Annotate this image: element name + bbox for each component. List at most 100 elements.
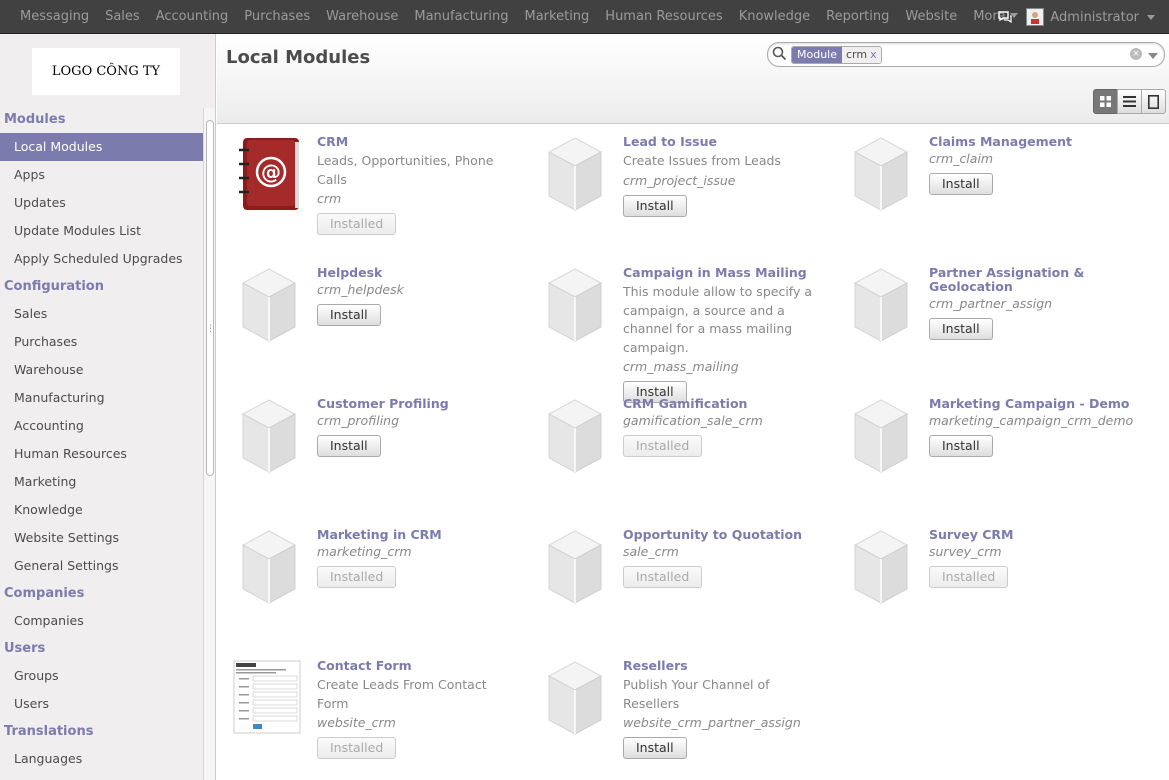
sidebar-item[interactable]: Purchases — [0, 328, 203, 356]
install-button[interactable]: Install — [623, 194, 687, 217]
module-name-link[interactable]: Contact Form — [317, 659, 522, 673]
top-menu-item[interactable]: Messaging — [12, 0, 97, 34]
facet-remove-icon[interactable]: x — [870, 48, 877, 61]
module-name-link[interactable]: Lead to Issue — [623, 135, 828, 149]
module-card[interactable]: Lead to Issue Create Issues from Leads crm… — [523, 124, 823, 254]
form-view-button[interactable] — [1141, 89, 1166, 114]
sidebar-item[interactable]: Knowledge — [0, 496, 203, 524]
install-button[interactable]: Install — [929, 435, 993, 457]
company-logo[interactable]: LOGO CÔNG TY — [32, 48, 180, 95]
search-box[interactable]: Module crm x × — [767, 42, 1165, 67]
module-card[interactable]: Campaign in Mass Mailing This module allo… — [523, 255, 823, 403]
sidebar-resize-grip[interactable]: ⋮ — [206, 324, 215, 334]
install-button[interactable]: Install — [929, 318, 993, 340]
module-technical-name: website_crm_partner_assign — [623, 715, 801, 730]
install-button[interactable]: Install — [623, 737, 687, 759]
top-menu-item[interactable]: Knowledge — [731, 0, 818, 34]
search-options-caret-icon[interactable] — [1148, 53, 1158, 59]
logo-text: LOGO CÔNG TY — [51, 64, 161, 79]
sidebar-section-title: Companies — [4, 586, 85, 601]
sidebar-item[interactable]: Update Modules List — [0, 217, 203, 245]
module-card-content: Opportunity to Quotation sale_crm Installe… — [623, 528, 828, 588]
module-card[interactable]: Helpdesk crm_helpdesk Install — [217, 255, 517, 385]
top-menu-item[interactable]: Marketing — [517, 0, 598, 34]
kanban-view-button[interactable] — [1093, 89, 1118, 114]
module-name-link[interactable]: Marketing in CRM — [317, 528, 522, 542]
sidebar-item[interactable]: General Settings — [0, 552, 203, 580]
module-technical-name: marketing_campaign_crm_demo — [929, 413, 1134, 428]
top-menu-item[interactable]: Website — [897, 0, 965, 34]
module-card[interactable]: Contact Form Create Leads From Contact Fo… — [217, 648, 517, 778]
module-card[interactable]: Partner Assignation & Geolocation crm_par… — [829, 255, 1129, 385]
sidebar-item[interactable]: Warehouse — [0, 356, 203, 384]
module-name-link[interactable]: Helpdesk — [317, 266, 522, 280]
module-name-link[interactable]: CRM — [317, 135, 522, 149]
form-page-icon — [1148, 94, 1159, 109]
user-menu[interactable]: Administrator — [1026, 8, 1155, 26]
sidebar-item[interactable]: Local Modules — [0, 133, 203, 161]
top-menu-item[interactable]: Reporting — [818, 0, 897, 34]
module-cube-icon — [239, 265, 309, 345]
module-card[interactable]: Customer Profiling crm_profiling Install — [217, 386, 517, 516]
top-menu-item[interactable]: Manufacturing — [406, 0, 516, 34]
module-kanban: @ CRM Leads, Opportunities, Phone Calls crm… — [217, 124, 1169, 780]
list-view-button[interactable] — [1117, 89, 1142, 114]
module-card[interactable]: CRM Gamification gamification_sale_crm Ins… — [523, 386, 823, 516]
top-menu-item[interactable]: Warehouse — [318, 0, 406, 34]
module-name-link[interactable]: CRM Gamification — [623, 397, 828, 411]
sidebar-item[interactable]: Manufacturing — [0, 384, 203, 412]
module-name-link[interactable]: Resellers — [623, 659, 828, 673]
module-card[interactable]: Marketing in CRM marketing_crm Installed — [217, 517, 517, 647]
top-menu-item[interactable]: Accounting — [148, 0, 237, 34]
sidebar-item[interactable]: Apps — [0, 161, 203, 189]
search-icon[interactable] — [772, 46, 787, 65]
module-name-link[interactable]: Customer Profiling — [317, 397, 522, 411]
top-menu-item[interactable]: Purchases — [236, 0, 318, 34]
sidebar-item[interactable]: Apply Scheduled Upgrades — [0, 245, 203, 273]
sidebar-item[interactable]: Groups — [0, 662, 203, 690]
sidebar-item[interactable]: Companies — [0, 607, 203, 635]
install-button[interactable]: Install — [929, 173, 993, 195]
sidebar-menu: Modules Local Modules Apps Updates Update Mo… — [0, 106, 203, 773]
module-card[interactable]: Claims Management crm_claim Install — [829, 124, 1129, 254]
module-name-link[interactable]: Campaign in Mass Mailing — [623, 266, 828, 280]
module-cube-icon — [239, 527, 309, 607]
install-button[interactable]: Install — [317, 304, 381, 326]
installed-button: Installed — [317, 213, 397, 235]
search-facet[interactable]: Module crm x — [791, 46, 882, 64]
svg-text:@: @ — [261, 160, 281, 184]
module-card-content: Lead to Issue Create Issues from Leads crm… — [623, 135, 828, 217]
list-icon — [1123, 96, 1136, 107]
sidebar-item[interactable]: Updates — [0, 189, 203, 217]
module-card[interactable]: Resellers Publish Your Channel of Reselle… — [523, 648, 823, 778]
module-name-link[interactable]: Partner Assignation & Geolocation — [929, 266, 1134, 294]
clear-search-icon[interactable]: × — [1130, 48, 1142, 60]
module-summary: Publish Your Channel of Resellers — [623, 677, 770, 711]
chat-icon[interactable] — [994, 6, 1016, 28]
module-cube-icon — [545, 265, 615, 345]
sidebar-item[interactable]: Users — [0, 690, 203, 718]
address-book-icon: @ — [233, 134, 303, 214]
sidebar-item[interactable]: Website Settings — [0, 524, 203, 552]
top-menu-item[interactable]: Sales — [97, 0, 148, 34]
module-card[interactable]: @ CRM Leads, Opportunities, Phone Calls crm… — [217, 124, 517, 254]
module-name-link[interactable]: Marketing Campaign - Demo — [929, 397, 1134, 411]
top-menu-item[interactable]: Human Resources — [597, 0, 730, 34]
install-button[interactable]: Install — [317, 435, 381, 457]
sidebar-item[interactable]: Sales — [0, 300, 203, 328]
module-cube-icon — [545, 658, 615, 738]
sidebar-item[interactable]: Languages — [0, 745, 203, 773]
module-card[interactable]: Marketing Campaign - Demo marketing_campa… — [829, 386, 1133, 516]
module-summary: Create Leads From Contact Form — [317, 677, 487, 711]
module-card[interactable]: Survey CRM survey_crm Installed — [829, 517, 1129, 647]
module-name-link[interactable]: Opportunity to Quotation — [623, 528, 828, 542]
sidebar-scrollbar[interactable] — [203, 108, 215, 780]
sidebar-item[interactable]: Accounting — [0, 412, 203, 440]
sidebar-item[interactable]: Marketing — [0, 468, 203, 496]
module-name-link[interactable]: Claims Management — [929, 135, 1134, 149]
sidebar-item[interactable]: Human Resources — [0, 440, 203, 468]
contact-form-thumbnail-icon — [233, 660, 303, 740]
sidebar-scrollbar-thumb[interactable] — [206, 120, 214, 476]
module-card[interactable]: Opportunity to Quotation sale_crm Installe… — [523, 517, 823, 647]
module-name-link[interactable]: Survey CRM — [929, 528, 1134, 542]
